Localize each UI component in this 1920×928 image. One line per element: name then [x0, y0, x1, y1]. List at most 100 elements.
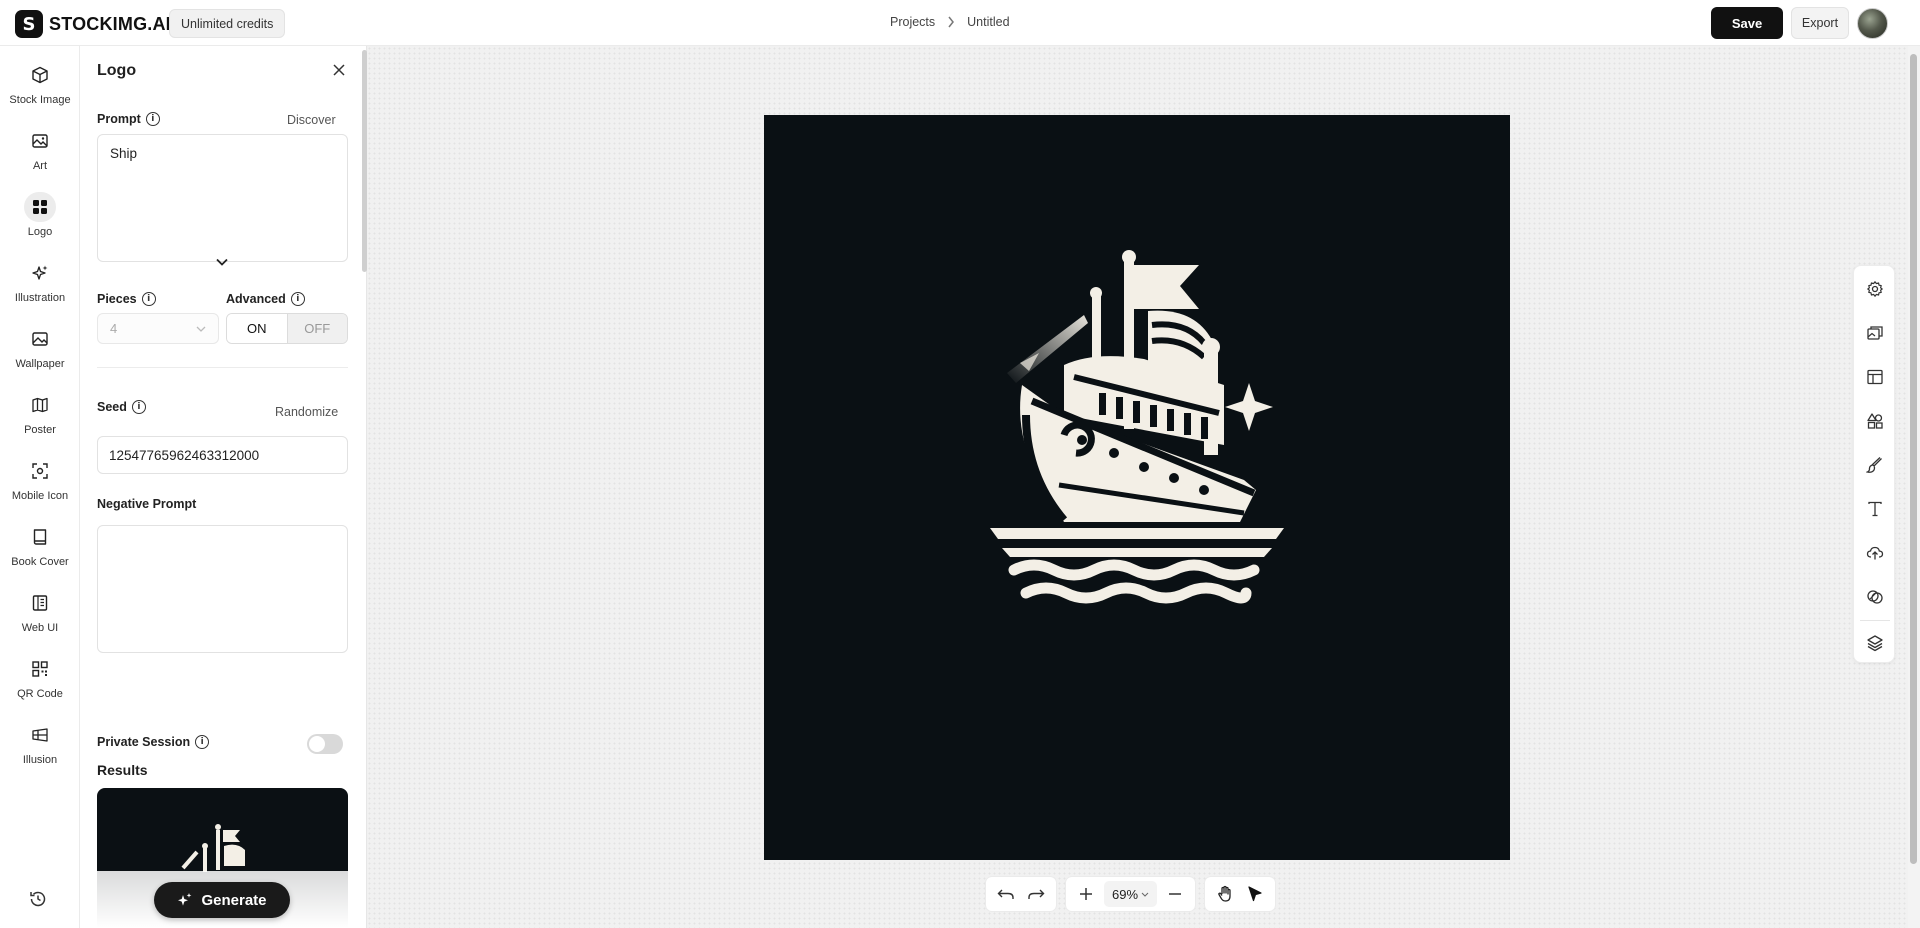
- zoom-out-icon[interactable]: [1163, 882, 1187, 906]
- page-scrollbar[interactable]: [1908, 46, 1920, 928]
- illusion-icon: [24, 720, 56, 750]
- seed-label: Seed i: [97, 400, 146, 414]
- prompt-textarea[interactable]: Ship: [97, 134, 348, 262]
- nav-label: Illusion: [22, 754, 58, 766]
- nav-item-book-cover[interactable]: Book Cover: [0, 522, 80, 578]
- info-icon[interactable]: i: [131, 400, 146, 414]
- nav-item-art[interactable]: Art: [0, 126, 80, 182]
- save-button[interactable]: Save: [1711, 7, 1783, 39]
- undo-icon[interactable]: [994, 882, 1018, 906]
- brand-name: STOCKIMG.AI: [49, 13, 171, 34]
- sparkle-icon: [177, 892, 193, 908]
- text-icon[interactable]: [1864, 498, 1886, 520]
- history-icon[interactable]: [28, 889, 48, 909]
- chevron-down-icon: [196, 326, 206, 332]
- brand-mark-icon: S: [15, 10, 43, 38]
- toolbar-divider: [1860, 620, 1890, 621]
- nav-item-illusion[interactable]: Illusion: [0, 720, 80, 776]
- seed-input[interactable]: 12547765962463312000: [97, 436, 348, 474]
- zoom-in-icon[interactable]: [1074, 882, 1098, 906]
- zoom-controls: 69%: [1065, 876, 1197, 912]
- nav-item-poster[interactable]: Poster: [0, 390, 80, 446]
- info-icon[interactable]: i: [145, 112, 160, 126]
- redo-icon[interactable]: [1024, 882, 1048, 906]
- generate-label: Generate: [201, 891, 267, 909]
- page-scrollbar-thumb[interactable]: [1910, 54, 1917, 864]
- nav-item-stock-image[interactable]: Stock Image: [0, 60, 80, 116]
- nav-item-web-ui[interactable]: Web UI: [0, 588, 80, 644]
- breadcrumb-projects[interactable]: Projects: [890, 15, 935, 29]
- pieces-label-text: Pieces: [97, 292, 137, 306]
- pieces-select-value: 4: [110, 321, 118, 336]
- chevron-down-icon[interactable]: [211, 251, 233, 273]
- settings-gear-icon[interactable]: [1864, 278, 1886, 300]
- advanced-label-text: Advanced: [226, 292, 286, 306]
- nav-item-logo[interactable]: Logo: [0, 192, 80, 248]
- info-icon[interactable]: i: [141, 292, 156, 306]
- seed-label-text: Seed: [97, 400, 127, 414]
- prompt-label: Prompt i: [97, 112, 160, 126]
- grid-icon: [24, 192, 56, 222]
- book-icon: [24, 522, 56, 552]
- cursor-icon[interactable]: [1243, 882, 1267, 906]
- zoom-select[interactable]: 69%: [1104, 881, 1158, 907]
- export-button[interactable]: Export: [1791, 7, 1849, 39]
- close-icon[interactable]: [329, 60, 349, 80]
- credits-badge[interactable]: Unlimited credits: [169, 9, 286, 38]
- prompt-label-text: Prompt: [97, 112, 141, 126]
- right-toolbar: [1853, 265, 1895, 663]
- nav-label: Illustration: [14, 292, 66, 304]
- advanced-label: Advanced i: [226, 292, 305, 306]
- breadcrumb-project-name[interactable]: Untitled: [967, 15, 1009, 29]
- private-session-toggle[interactable]: [307, 734, 343, 754]
- layers-icon[interactable]: [1864, 632, 1886, 654]
- advanced-off-button[interactable]: OFF: [286, 314, 347, 343]
- advanced-on-button[interactable]: ON: [227, 314, 287, 343]
- panel-title: Logo: [97, 62, 137, 79]
- generate-button[interactable]: Generate: [154, 882, 290, 918]
- upload-icon[interactable]: [1864, 542, 1886, 564]
- cube-icon: [24, 60, 56, 90]
- brand-logo[interactable]: S STOCKIMG.AI: [15, 10, 171, 38]
- template-icon[interactable]: [1864, 366, 1886, 388]
- nav-label: Logo: [27, 226, 53, 238]
- nav-item-qr-code[interactable]: QR Code: [0, 654, 80, 710]
- discover-link[interactable]: Discover: [287, 113, 336, 127]
- history-controls: [985, 876, 1057, 912]
- nav-label: Mobile Icon: [11, 490, 69, 502]
- image-icon: [24, 126, 56, 156]
- images-icon[interactable]: [1864, 322, 1886, 344]
- generated-logo-canvas[interactable]: [764, 115, 1510, 860]
- pieces-select[interactable]: 4: [97, 313, 219, 344]
- randomize-link[interactable]: Randomize: [275, 405, 338, 419]
- ship-logo-image: [990, 250, 1284, 604]
- brush-icon[interactable]: [1864, 454, 1886, 476]
- sparkles-icon: [24, 258, 56, 288]
- nav-label: Book Cover: [11, 556, 69, 568]
- pointer-controls: [1204, 876, 1277, 912]
- tool-sidebar: Stock Image Art Logo Illustration Wallpa…: [0, 46, 80, 928]
- nav-item-wallpaper[interactable]: Wallpaper: [0, 324, 80, 380]
- nav-item-mobile-icon[interactable]: Mobile Icon: [0, 456, 80, 512]
- info-icon[interactable]: i: [195, 735, 210, 749]
- qr-icon: [24, 654, 56, 684]
- nav-label: QR Code: [17, 688, 63, 700]
- nav-label: Poster: [24, 424, 56, 436]
- shapes-icon[interactable]: [1864, 410, 1886, 432]
- focus-icon: [24, 456, 56, 486]
- nav-label: Wallpaper: [15, 358, 65, 370]
- nav-label: Web UI: [21, 622, 59, 634]
- private-session-label: Private Session i: [97, 735, 210, 749]
- info-icon[interactable]: i: [290, 292, 305, 306]
- avatar[interactable]: [1857, 8, 1888, 39]
- hand-icon[interactable]: [1213, 882, 1237, 906]
- map-icon: [24, 390, 56, 420]
- nav-label: Stock Image: [9, 94, 71, 106]
- nav-item-illustration[interactable]: Illustration: [0, 258, 80, 314]
- integrations-icon[interactable]: [1864, 586, 1886, 608]
- pieces-label: Pieces i: [97, 292, 156, 306]
- negative-prompt-textarea[interactable]: [97, 525, 348, 653]
- breadcrumb: Projects Untitled: [890, 15, 1010, 29]
- settings-panel: Logo Prompt i Discover Ship Pieces i Adv…: [81, 46, 367, 928]
- private-session-label-text: Private Session: [97, 735, 191, 749]
